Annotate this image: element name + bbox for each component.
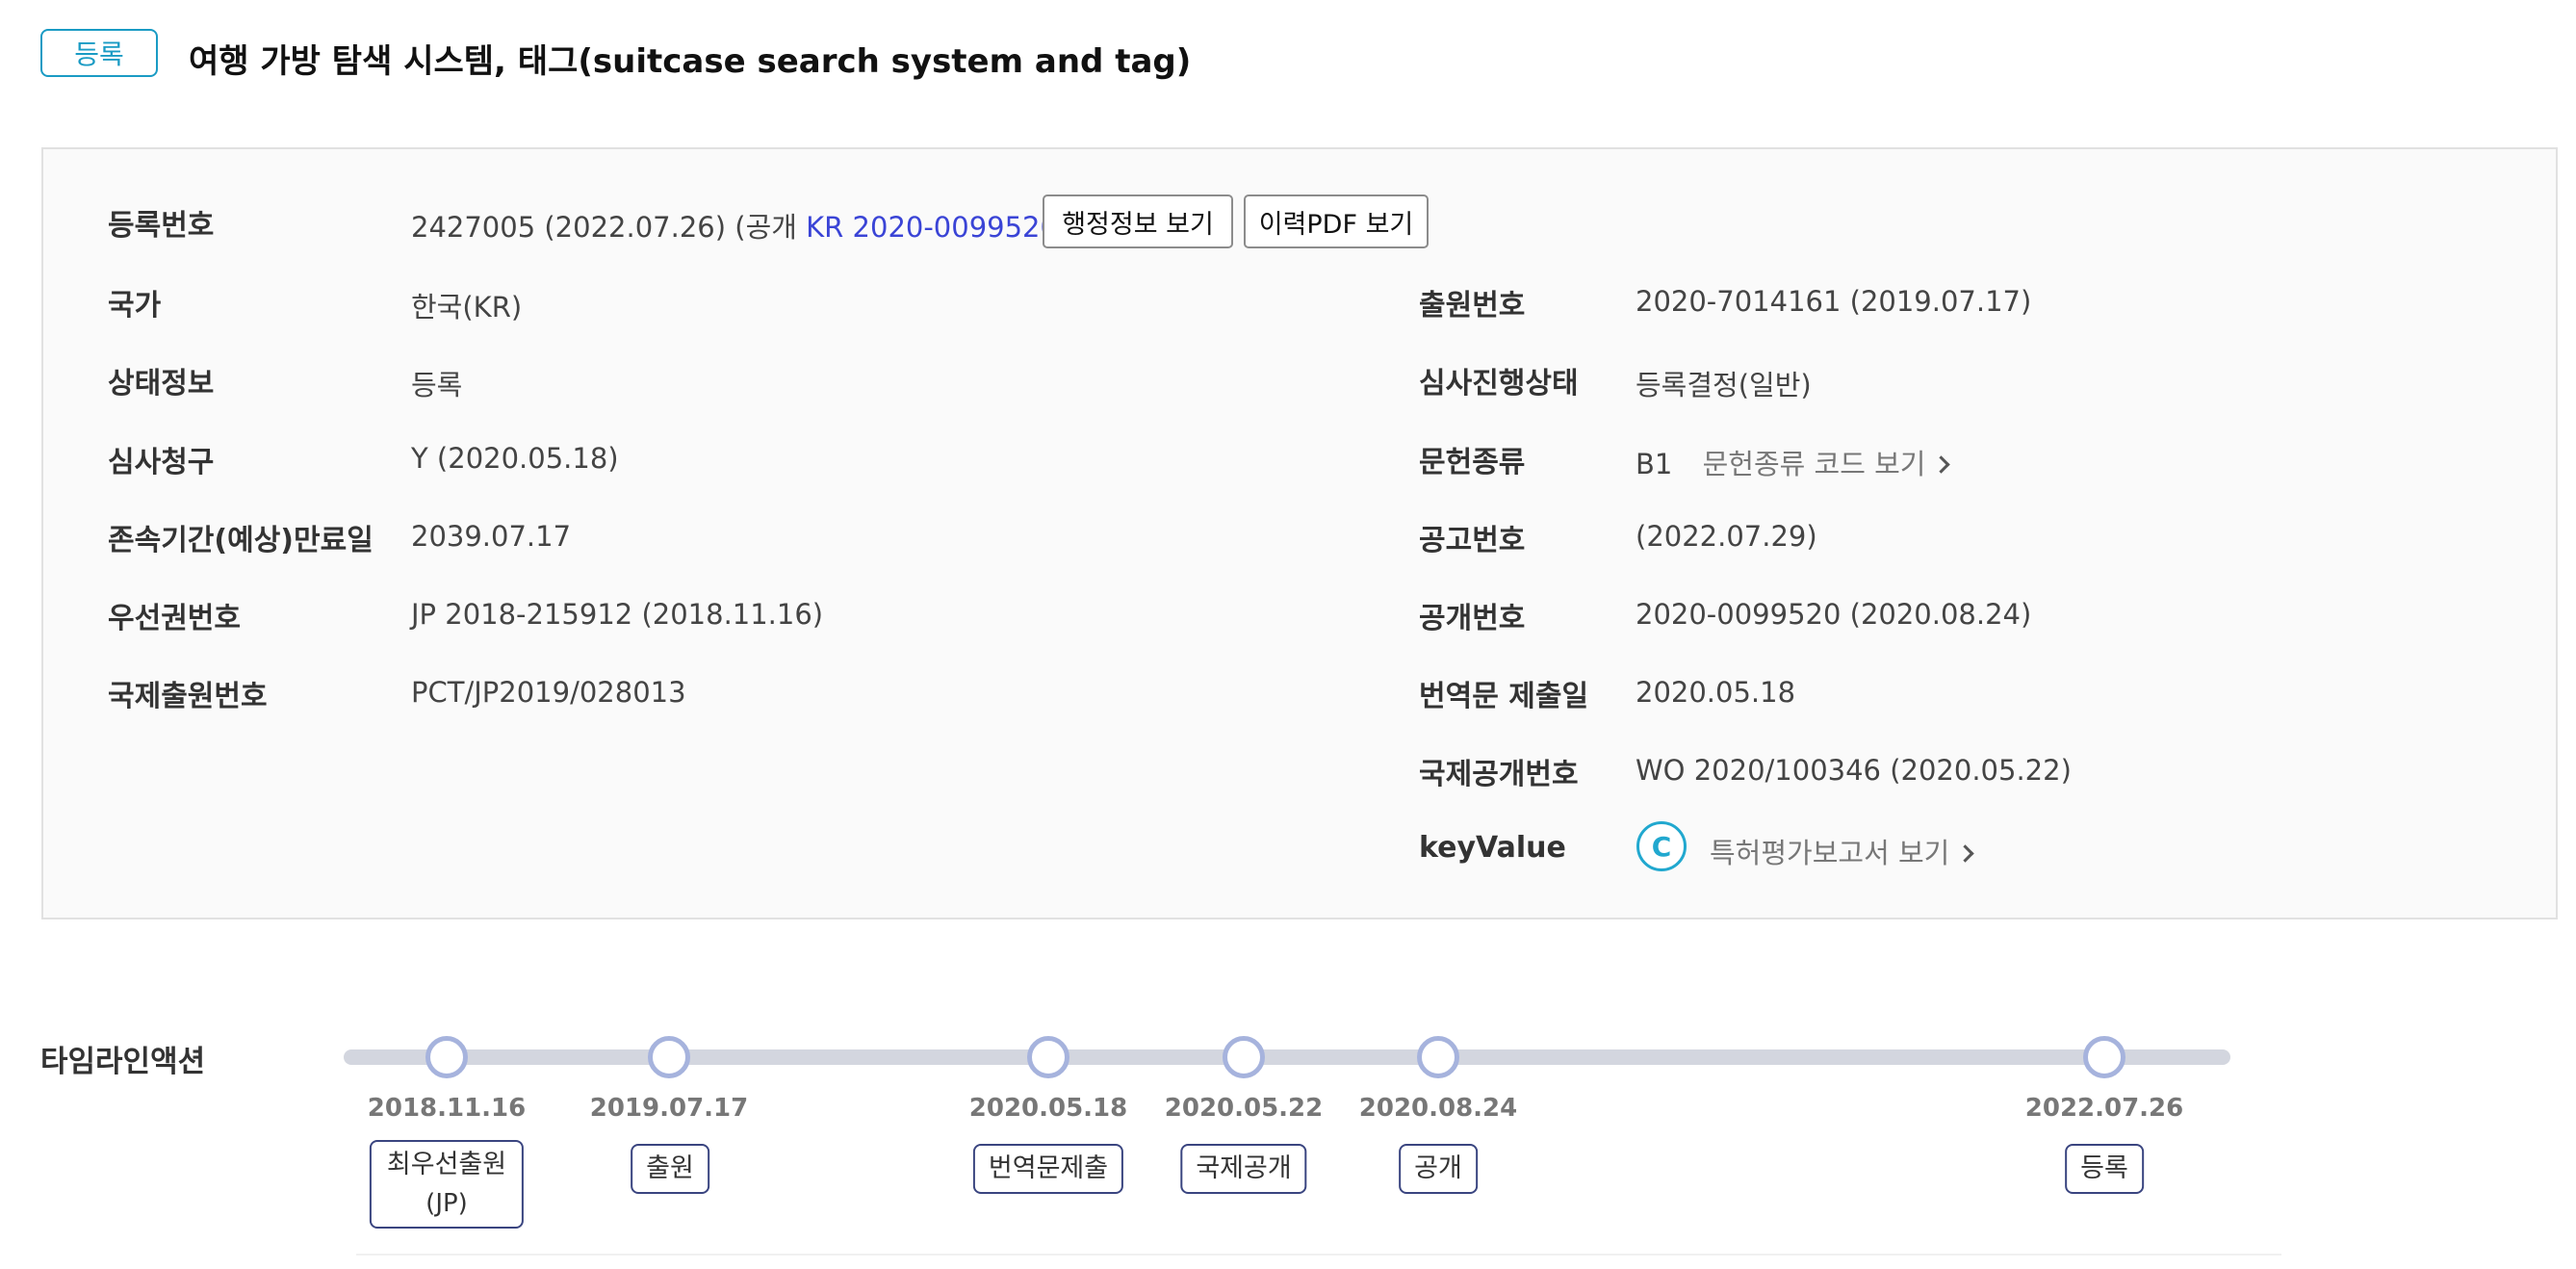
chevron-right-icon — [1932, 455, 1951, 474]
timeline-event-translation[interactable]: 번역문제출 — [972, 1144, 1124, 1194]
timeline-event-label: 번역문제출 — [988, 1153, 1109, 1183]
timeline-event-sub: (JP) — [425, 1189, 468, 1218]
divider — [356, 1254, 2281, 1256]
timeline-event-label: 출원 — [646, 1153, 694, 1183]
exam-request-value: Y (2020.05.18) — [411, 442, 619, 475]
key-value-label: keyValue — [1419, 831, 1566, 865]
page-title: 여행 가방 탐색 시스템, 태그(suitcase search system … — [189, 42, 1192, 81]
timeline-node[interactable] — [425, 1036, 468, 1078]
timeline-heading: 타임라인액션 — [40, 1045, 206, 1079]
status-badge: 등록 — [40, 29, 158, 77]
status-label: 상태정보 — [108, 367, 215, 401]
timeline-node[interactable] — [2083, 1036, 2125, 1078]
country-value: 한국(KR) — [411, 291, 523, 324]
history-pdf-button[interactable]: 이력PDF 보기 — [1244, 194, 1429, 248]
intl-pub-no-value: WO 2020/100346 (2020.05.22) — [1636, 754, 2072, 787]
timeline-event-application[interactable]: 출원 — [631, 1144, 709, 1194]
doc-type-label: 문헌종류 — [1419, 446, 1526, 479]
expiry-date-value: 2039.07.17 — [411, 520, 572, 553]
chevron-right-icon — [1956, 844, 1975, 863]
timeline-event-label: 등록 — [2080, 1153, 2128, 1183]
timeline-date: 2022.07.26 — [2024, 1094, 2184, 1123]
doc-code-link[interactable]: 문헌종류 코드 보기 — [1702, 448, 1951, 480]
timeline-event-label: 최우선출원 — [386, 1150, 507, 1179]
intl-app-no-value: PCT/JP2019/028013 — [411, 676, 686, 709]
timeline-date: 2020.05.22 — [1164, 1094, 1324, 1123]
status-value: 등록 — [411, 369, 463, 401]
exam-progress-value: 등록결정(일반) — [1636, 369, 1812, 401]
priority-no-value: JP 2018-215912 (2018.11.16) — [411, 598, 824, 631]
timeline-event-registration[interactable]: 등록 — [2065, 1144, 2144, 1194]
timeline-date: 2020.05.18 — [968, 1094, 1128, 1123]
country-label: 국가 — [108, 289, 162, 323]
translation-date-label: 번역문 제출일 — [1419, 680, 1589, 713]
intl-pub-no-label: 국제공개번호 — [1419, 758, 1579, 791]
translation-date-value: 2020.05.18 — [1636, 676, 1796, 709]
timeline-date: 2020.08.24 — [1358, 1094, 1518, 1123]
app-no-label: 출원번호 — [1419, 289, 1526, 323]
doc-type-value: B1 문헌종류 코드 보기 — [1636, 442, 1951, 482]
expiry-date-label: 존속기간(예상)만료일 — [108, 524, 374, 557]
exam-progress-label: 심사진행상태 — [1419, 367, 1579, 401]
timeline-node[interactable] — [1417, 1036, 1459, 1078]
exam-request-label: 심사청구 — [108, 446, 215, 479]
doc-type-code: B1 — [1636, 448, 1673, 480]
timeline-node[interactable] — [1223, 1036, 1265, 1078]
announcement-no-value: (2022.07.29) — [1636, 520, 1817, 553]
timeline-event-priority[interactable]: 최우선출원 (JP) — [369, 1140, 525, 1229]
admin-info-button[interactable]: 행정정보 보기 — [1043, 194, 1233, 248]
publication-no-value: 2020-0099520 (2020.08.24) — [1636, 598, 2032, 631]
timeline-event-label: 공개 — [1414, 1153, 1462, 1183]
timeline-node[interactable] — [1027, 1036, 1069, 1078]
reg-no-text: 2427005 (2022.07.26) (공개 — [411, 211, 807, 244]
app-no-value: 2020-7014161 (2019.07.17) — [1636, 285, 2032, 318]
timeline-track — [344, 1049, 2230, 1065]
patent-eval-link-text: 특허평가보고서 보기 — [1710, 837, 1950, 869]
reg-no-value: 2427005 (2022.07.26) (공개 KR 2020-0099520… — [411, 205, 1096, 246]
reg-no-label: 등록번호 — [108, 209, 215, 243]
timeline-date: 2019.07.17 — [589, 1094, 749, 1123]
timeline-event-label: 국제공개 — [1196, 1153, 1292, 1183]
timeline-node[interactable] — [648, 1036, 690, 1078]
key-value-grade-icon: C — [1636, 821, 1687, 871]
intl-app-no-label: 국제출원번호 — [108, 680, 268, 713]
timeline-date: 2018.11.16 — [367, 1094, 527, 1123]
announcement-no-label: 공고번호 — [1419, 524, 1526, 557]
timeline-event-publication[interactable]: 공개 — [1399, 1144, 1478, 1194]
publication-no-label: 공개번호 — [1419, 602, 1526, 635]
timeline-event-intl-publication[interactable]: 국제공개 — [1180, 1144, 1307, 1194]
patent-eval-link[interactable]: 특허평가보고서 보기 — [1710, 831, 1975, 871]
doc-code-link-text: 문헌종류 코드 보기 — [1702, 448, 1926, 480]
priority-no-label: 우선권번호 — [108, 602, 241, 635]
